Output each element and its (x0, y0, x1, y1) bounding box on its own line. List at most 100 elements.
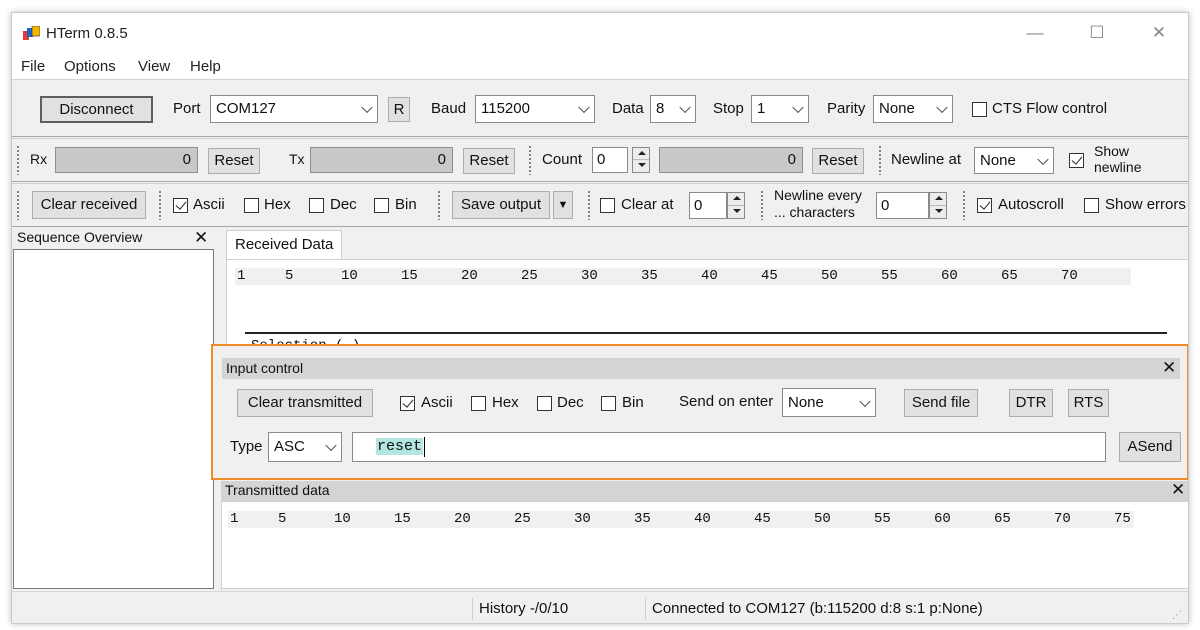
send-file-button[interactable]: Send file (904, 389, 978, 417)
rx-bin-checkbox[interactable] (374, 198, 389, 213)
ruler-tick: 75 (1114, 511, 1131, 527)
port-select[interactable]: COM127 (210, 95, 378, 123)
toolbar-grip[interactable] (437, 190, 441, 220)
spin-up-icon[interactable] (930, 193, 946, 206)
save-output-button[interactable]: Save output (452, 191, 550, 219)
ruler-tick: 5 (285, 268, 294, 284)
menu-help[interactable]: Help (190, 58, 221, 75)
send-input-field[interactable]: reset (352, 432, 1106, 462)
tx-dec-checkbox[interactable] (537, 396, 552, 411)
minimize-icon[interactable]: — (1020, 21, 1050, 45)
newline-at-select[interactable]: None (974, 147, 1054, 174)
spin-down-icon[interactable] (930, 206, 946, 219)
toolbar-grip[interactable] (16, 145, 20, 175)
menu-view[interactable]: View (138, 58, 170, 75)
close-icon[interactable]: ✕ (194, 228, 208, 248)
dtr-button[interactable]: DTR (1009, 389, 1053, 417)
tx-ascii-checkbox[interactable] (400, 396, 415, 411)
tx-reset-button[interactable]: Reset (463, 148, 515, 174)
tx-hex-label: Hex (492, 394, 519, 411)
asend-button[interactable]: ASend (1119, 432, 1181, 462)
maximize-icon[interactable]: ☐ (1082, 21, 1112, 45)
baud-label: Baud (431, 100, 467, 117)
ruler-tick: 70 (1054, 511, 1071, 527)
toolbar-grip[interactable] (760, 190, 764, 220)
sequence-list[interactable] (13, 249, 214, 589)
refresh-ports-button[interactable]: R (388, 97, 410, 122)
input-type-select[interactable]: ASC (268, 432, 342, 462)
baud-select[interactable]: 115200 (475, 95, 595, 123)
ruler-tick: 5 (278, 511, 287, 527)
send-on-enter-label: Send on enter (679, 393, 774, 410)
rx-ascii-checkbox[interactable] (173, 198, 188, 213)
tx-label: Tx (289, 151, 305, 167)
cts-flow-checkbox[interactable] (972, 102, 987, 117)
connection-toolbar: Disconnect Port COM127 R Baud 115200 Dat… (12, 79, 1188, 137)
clear-at-spinner[interactable] (727, 192, 745, 219)
ruler-tick: 30 (581, 268, 598, 284)
resize-grip-icon[interactable]: ⋰ (1172, 610, 1182, 621)
transmitted-ruler: 1 5 10 15 20 25 30 35 40 45 50 55 60 65 … (228, 511, 1134, 528)
toolbar-grip[interactable] (962, 190, 966, 220)
show-errors-checkbox[interactable] (1084, 198, 1099, 213)
count-label: Count (542, 151, 583, 168)
input-control-panel: Input control ✕ Clear transmitted Ascii … (211, 344, 1188, 480)
toolbar-grip[interactable] (587, 190, 591, 220)
status-divider (472, 598, 473, 620)
spin-down-icon[interactable] (728, 206, 744, 219)
ruler-tick: 45 (754, 511, 771, 527)
tx-hex-checkbox[interactable] (471, 396, 486, 411)
ruler-tick: 40 (701, 268, 718, 284)
toolbar-grip[interactable] (528, 145, 532, 175)
newline-every-input[interactable]: 0 (876, 192, 929, 219)
ruler-tick: 50 (814, 511, 831, 527)
clear-at-input[interactable]: 0 (689, 192, 727, 219)
spin-up-icon[interactable] (633, 148, 649, 160)
count-reset-button[interactable]: Reset (812, 148, 864, 174)
data-label: Data (612, 100, 644, 117)
send-input-value: reset (376, 438, 424, 455)
send-on-enter-select[interactable]: None (782, 388, 876, 417)
rx-ascii-label: Ascii (193, 196, 225, 213)
clear-at-checkbox[interactable] (600, 198, 615, 213)
chevron-down-icon (792, 101, 804, 114)
title-bar: HTerm 0.8.5 — ☐ ✕ (12, 13, 1188, 53)
disconnect-button[interactable]: Disconnect (40, 96, 153, 123)
data-bits-select[interactable]: 8 (650, 95, 696, 123)
menu-file[interactable]: File (21, 58, 45, 75)
newline-every-spinner[interactable] (929, 192, 947, 219)
rts-button[interactable]: RTS (1068, 389, 1109, 417)
chevron-down-icon (578, 101, 590, 114)
close-icon[interactable]: ✕ (1171, 480, 1185, 500)
status-bar: History -/0/10 Connected to COM127 (b:11… (12, 591, 1188, 623)
ruler-tick: 45 (761, 268, 778, 284)
toolbar-grip[interactable] (16, 190, 20, 220)
toolbar-grip[interactable] (158, 190, 162, 220)
clear-transmitted-button[interactable]: Clear transmitted (237, 389, 373, 417)
ruler-tick: 55 (881, 268, 898, 284)
count-input[interactable]: 0 (592, 147, 628, 173)
close-window-icon[interactable]: ✕ (1144, 21, 1174, 45)
ruler-tick: 15 (401, 268, 418, 284)
rx-hex-checkbox[interactable] (244, 198, 259, 213)
rx-dec-checkbox[interactable] (309, 198, 324, 213)
parity-select[interactable]: None (873, 95, 953, 123)
received-data-view[interactable]: 1 5 10 15 20 25 30 35 40 45 50 55 60 65 … (226, 259, 1188, 354)
transmitted-data-title: Transmitted data (225, 482, 330, 498)
menu-options[interactable]: Options (64, 58, 116, 75)
save-output-dropdown-icon[interactable]: ▼ (553, 191, 573, 219)
autoscroll-checkbox[interactable] (977, 198, 992, 213)
rx-counter: 0 (55, 147, 198, 173)
spin-down-icon[interactable] (633, 160, 649, 172)
toolbar-grip[interactable] (878, 145, 882, 175)
clear-received-button[interactable]: Clear received (32, 191, 146, 219)
stop-bits-select[interactable]: 1 (751, 95, 809, 123)
tx-bin-checkbox[interactable] (601, 396, 616, 411)
spin-up-icon[interactable] (728, 193, 744, 206)
close-icon[interactable]: ✕ (1162, 358, 1176, 378)
show-newline-checkbox[interactable] (1069, 153, 1084, 168)
transmitted-data-view[interactable]: 1 5 10 15 20 25 30 35 40 45 50 55 60 65 … (221, 501, 1188, 589)
count-spinner[interactable] (632, 147, 650, 173)
rx-reset-button[interactable]: Reset (208, 148, 260, 174)
tab-received-data[interactable]: Received Data (226, 230, 342, 259)
